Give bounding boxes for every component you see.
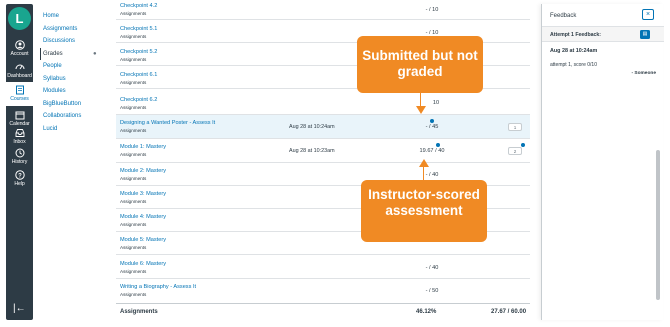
course-nav-discussions[interactable]: Discussions (40, 35, 108, 48)
assignment-link[interactable]: Module 6: Mastery (120, 261, 166, 267)
callout-arrow-up (423, 166, 425, 180)
comment-count: 1 (513, 125, 517, 130)
nav-history[interactable]: History (6, 148, 33, 165)
nav-help[interactable]: ? Help (6, 170, 33, 187)
assignment-link[interactable]: Designing a Wanted Poster - Assess It (120, 120, 215, 126)
unread-indicator (430, 119, 434, 123)
tray-scrollbar[interactable] (656, 150, 660, 300)
inbox-icon (15, 129, 24, 137)
course-nav-syllabus[interactable]: Syllabus (40, 73, 108, 86)
score: - / 10 (425, 7, 439, 13)
score: - / 40 (425, 172, 439, 178)
course-nav-assignments[interactable]: Assignments (40, 23, 108, 36)
assignment-group: Assignments (120, 245, 147, 250)
assignment-group: Assignments (120, 199, 147, 204)
nav-account[interactable]: Account (6, 40, 33, 57)
course-nav: Home Assignments Discussions Grades ● Peo… (40, 10, 108, 135)
score: - / 50 (425, 288, 439, 294)
assignment-group: Assignments (120, 176, 147, 181)
visibility-icon: ● (93, 50, 97, 57)
total-points: 27.67 / 60.00 (491, 309, 527, 315)
unread-indicator (521, 143, 525, 147)
score: - / 45 (425, 124, 439, 130)
institution-logo[interactable]: L (8, 7, 31, 30)
comment-count: 2 (513, 149, 517, 154)
assignment-link[interactable]: Module 3: Mastery (120, 191, 166, 197)
assignment-group: Assignments (120, 34, 147, 39)
feedback-date: Aug 28 at 10:24am (550, 48, 598, 54)
table-row: Module 1: Mastery Assignments Aug 28 at … (116, 139, 530, 163)
arrow-down-icon (416, 106, 426, 114)
submitted-date: Aug 28 at 10:24am (289, 124, 335, 130)
courses-icon (15, 85, 24, 95)
tray-title: Feedback (550, 13, 577, 19)
callout-instructor-scored: Instructor-scored assessment (361, 180, 487, 242)
feedback-comment: attempt 1, score 0/10 (550, 62, 597, 68)
course-nav-collaborations[interactable]: Collaborations (40, 110, 108, 123)
submitted-date: Aug 28 at 10:23am (289, 148, 335, 154)
assignment-group: Assignments (120, 128, 147, 133)
total-label: Assignments (120, 309, 158, 315)
assignment-link[interactable]: Module 4: Mastery (120, 214, 166, 220)
unread-indicator (436, 143, 440, 147)
course-nav-grades-label: Grades (43, 50, 63, 57)
table-row: Designing a Wanted Poster - Assess It As… (116, 115, 530, 139)
global-nav: L Account Dashboard Courses Calendar Inb… (6, 4, 33, 320)
feedback-tray: Feedback × Attempt 1 Feedback: ▤ Aug 28 … (541, 4, 664, 320)
assignment-link[interactable]: Module 5: Mastery (120, 237, 166, 243)
assignment-link[interactable]: Checkpoint 5.1 (120, 26, 157, 32)
assignment-group: Assignments (120, 80, 147, 85)
callout-submitted-not-graded: Submitted but not graded (357, 36, 483, 93)
course-nav-grades[interactable]: Grades ● (40, 47, 108, 60)
course-nav-lucid[interactable]: Lucid (40, 123, 108, 136)
feedback-author: - Someone (631, 71, 656, 76)
assignment-link[interactable]: Checkpoint 6.1 (120, 72, 157, 78)
assignment-link[interactable]: Module 1: Mastery (120, 144, 166, 150)
course-nav-people[interactable]: People (40, 60, 108, 73)
help-icon: ? (14, 170, 25, 180)
nav-calendar[interactable]: Calendar (6, 110, 33, 127)
svg-text:?: ? (18, 173, 22, 179)
comments-button[interactable]: 1 (508, 123, 522, 131)
table-row: Checkpoint 4.2 Assignments - / 10 (116, 0, 530, 20)
collapse-icon[interactable]: |← (13, 303, 26, 314)
nav-inbox[interactable]: Inbox (6, 128, 33, 145)
course-nav-modules[interactable]: Modules (40, 85, 108, 98)
calendar-icon (15, 111, 24, 120)
assignment-group: Assignments (120, 105, 147, 110)
assignment-group: Assignments (120, 222, 147, 227)
course-nav-bigbluebutton[interactable]: BigBlueButton (40, 98, 108, 111)
total-percent: 46.12% (416, 309, 437, 315)
assignment-link[interactable]: Checkpoint 5.2 (120, 49, 157, 55)
dashboard-icon (15, 64, 24, 70)
total-row: Assignments 46.12% 27.67 / 60.00 (116, 303, 530, 321)
score: 19.67 / 40 (419, 148, 445, 154)
assignment-link[interactable]: Checkpoint 4.2 (120, 3, 157, 9)
comments-button[interactable]: 2 (508, 147, 522, 155)
attempt-header: Attempt 1 Feedback: ▤ (542, 26, 664, 42)
assignment-group: Assignments (120, 11, 147, 16)
attempt-button[interactable]: ▤ (640, 30, 650, 39)
assignment-link[interactable]: Writing a Biography - Assess It (120, 284, 196, 290)
assignment-link[interactable]: Checkpoint 6.2 (120, 97, 157, 103)
course-nav-home[interactable]: Home (40, 10, 108, 23)
history-icon (15, 148, 24, 158)
table-row: Writing a Biography - Assess It Assignme… (116, 279, 530, 303)
attempt-title: Attempt 1 Feedback: (550, 32, 602, 38)
assignment-group: Assignments (120, 292, 147, 297)
account-icon (14, 40, 25, 50)
nav-courses[interactable]: Courses (6, 82, 33, 106)
assignment-link[interactable]: Module 2: Mastery (120, 168, 166, 174)
table-row: Module 6: Mastery Assignments - / 40 (116, 255, 530, 279)
assignment-group: Assignments (120, 57, 147, 62)
assignment-group: Assignments (120, 152, 147, 157)
assignment-group: Assignments (120, 269, 147, 274)
close-icon[interactable]: × (642, 9, 654, 20)
nav-dashboard[interactable]: Dashboard (6, 62, 33, 79)
score: - / 40 (425, 265, 439, 271)
